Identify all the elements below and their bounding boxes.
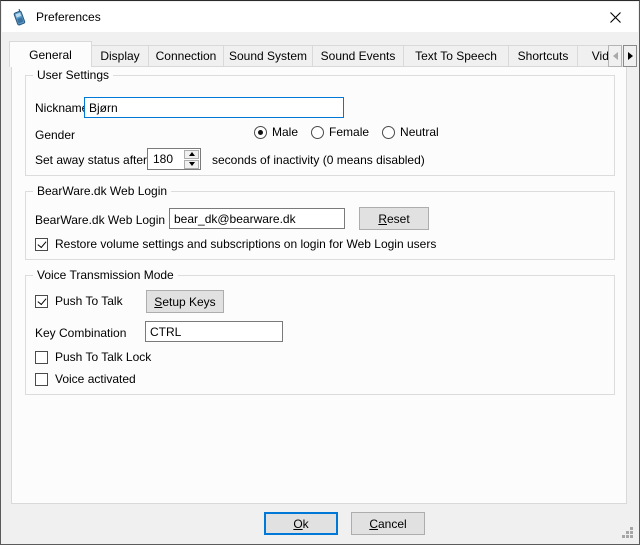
tab-scroll-right-button[interactable] — [623, 45, 637, 67]
tab-shortcuts[interactable]: Shortcuts — [508, 45, 578, 67]
push-to-talk-lock-checkbox-box[interactable] — [35, 351, 48, 364]
setup-keys-button[interactable]: Setup Keys — [146, 290, 224, 313]
voice-activated-checkbox-box[interactable] — [35, 373, 48, 386]
key-combination-label: Key Combination — [35, 326, 126, 340]
resize-grip[interactable] — [621, 526, 634, 539]
ok-button[interactable]: Ok — [264, 512, 338, 535]
titlebar[interactable]: Preferences — [2, 2, 638, 32]
group-user-settings: User Settings Nickname Gender Male Femal… — [25, 75, 615, 176]
tab-sound-events[interactable]: Sound Events — [312, 45, 404, 67]
radio-female[interactable]: Female — [311, 125, 369, 139]
group-web-login: BearWare.dk Web Login BearWare.dk Web Lo… — [25, 191, 615, 260]
web-login-id-label: BearWare.dk Web Login ID — [35, 213, 180, 227]
tab-general[interactable]: General — [9, 41, 92, 67]
restore-volume-checkbox-box[interactable] — [35, 238, 48, 251]
away-seconds-spinner[interactable]: 180 — [147, 148, 201, 170]
spin-down-icon — [189, 162, 195, 166]
web-login-id-input[interactable] — [169, 208, 345, 229]
group-voice-transmission: Voice Transmission Mode Push To Talk Set… — [25, 275, 615, 395]
spin-down-button[interactable] — [184, 160, 199, 169]
tab-connection[interactable]: Connection — [148, 45, 224, 67]
tab-text-to-speech[interactable]: Text To Speech — [403, 45, 509, 67]
cancel-button[interactable]: Cancel — [351, 512, 425, 535]
away-seconds-value: 180 — [148, 149, 184, 169]
restore-volume-checkbox[interactable]: Restore volume settings and subscription… — [35, 237, 436, 251]
arrow-right-icon — [628, 52, 633, 60]
close-icon — [610, 12, 621, 23]
spin-up-button[interactable] — [184, 150, 199, 159]
push-to-talk-lock-checkbox[interactable]: Push To Talk Lock — [35, 350, 151, 364]
tab-bar: General Display Connection Sound System … — [9, 41, 608, 67]
close-button[interactable] — [593, 2, 638, 32]
push-to-talk-checkbox[interactable]: Push To Talk — [35, 294, 123, 308]
tab-sound-system[interactable]: Sound System — [223, 45, 313, 67]
radio-neutral-circle[interactable] — [382, 126, 395, 139]
nickname-label: Nickname — [35, 101, 88, 115]
preferences-dialog: Preferences General Display Connection S… — [0, 0, 640, 545]
radio-female-circle[interactable] — [311, 126, 324, 139]
nickname-input[interactable] — [84, 97, 344, 118]
arrow-left-icon — [613, 52, 618, 60]
radio-neutral[interactable]: Neutral — [382, 125, 439, 139]
away-suffix-label: seconds of inactivity (0 means disabled) — [212, 153, 425, 167]
key-combination-input[interactable] — [145, 321, 283, 342]
group-title: Voice Transmission Mode — [33, 268, 178, 282]
gender-label: Gender — [35, 128, 75, 142]
general-tab-pane: User Settings Nickname Gender Male Femal… — [11, 66, 627, 504]
radio-male[interactable]: Male — [254, 125, 298, 139]
group-title: User Settings — [33, 68, 113, 82]
radio-male-circle[interactable] — [254, 126, 267, 139]
window-title: Preferences — [36, 10, 101, 24]
voice-activated-checkbox[interactable]: Voice activated — [35, 372, 136, 386]
gender-radio-group: Male Female Neutral — [254, 125, 439, 139]
away-label: Set away status after — [35, 153, 147, 167]
spin-up-icon — [189, 152, 195, 156]
push-to-talk-checkbox-box[interactable] — [35, 295, 48, 308]
tab-scroll-left-button[interactable] — [608, 45, 622, 67]
tab-display[interactable]: Display — [91, 45, 149, 67]
group-title: BearWare.dk Web Login — [33, 184, 171, 198]
teamtalk-app-icon — [10, 8, 28, 26]
tab-video[interactable]: Video — [577, 45, 608, 67]
reset-button[interactable]: Reset — [359, 207, 429, 230]
